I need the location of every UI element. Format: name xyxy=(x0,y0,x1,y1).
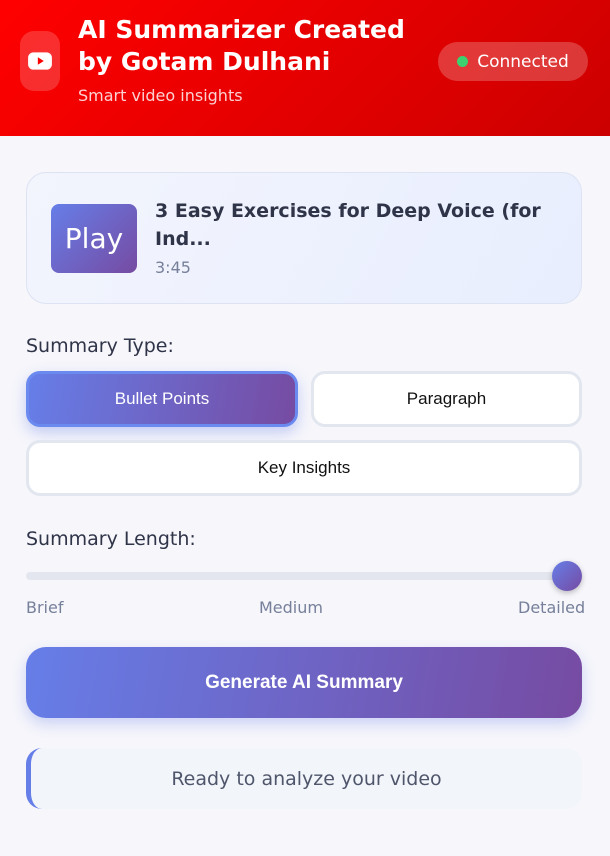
summary-type-label: Summary Type: xyxy=(26,335,174,357)
video-card: Play 3 Easy Exercises for Deep Voice (fo… xyxy=(26,172,582,304)
summary-length-slider-track[interactable] xyxy=(26,572,582,580)
thumbnail-play-label: Play xyxy=(64,222,124,255)
status-message-box: Ready to analyze your video xyxy=(26,748,582,809)
summary-type-paragraph-label: Paragraph xyxy=(406,389,487,408)
generate-summary-button[interactable]: Generate AI Summary xyxy=(26,647,582,718)
summary-type-key-insights-label: Key Insights xyxy=(257,458,351,477)
app-subtitle: Smart video insights xyxy=(78,86,243,105)
status-dot-icon xyxy=(457,56,469,67)
video-duration: 3:45 xyxy=(155,258,191,277)
app-title: AI Summarizer Created by Gotam Dulhani xyxy=(78,15,405,76)
video-title: 3 Easy Exercises for Deep Voice (for Ind… xyxy=(155,200,541,250)
summary-type-bullet-points-label: Bullet Points xyxy=(114,389,210,408)
app-header: AI Summarizer Created by Gotam Dulhani S… xyxy=(0,0,610,136)
summary-length-label: Summary Length: xyxy=(26,528,196,550)
summary-type-key-insights-button[interactable]: Key Insights xyxy=(26,440,582,496)
length-tick-brief: Brief xyxy=(26,598,64,617)
length-tick-detailed: Detailed xyxy=(518,598,586,617)
connection-status-label: Connected xyxy=(477,51,569,72)
summary-type-bullet-points-button[interactable]: Bullet Points xyxy=(26,371,298,427)
status-message: Ready to analyze your video xyxy=(171,767,442,790)
youtube-logo-icon xyxy=(20,31,60,91)
connection-status-badge: Connected xyxy=(438,42,588,81)
length-tick-medium: Medium xyxy=(259,598,323,617)
video-thumbnail[interactable]: Play xyxy=(51,204,137,273)
summary-length-slider-thumb[interactable] xyxy=(552,561,582,591)
summary-type-paragraph-button[interactable]: Paragraph xyxy=(311,371,582,427)
